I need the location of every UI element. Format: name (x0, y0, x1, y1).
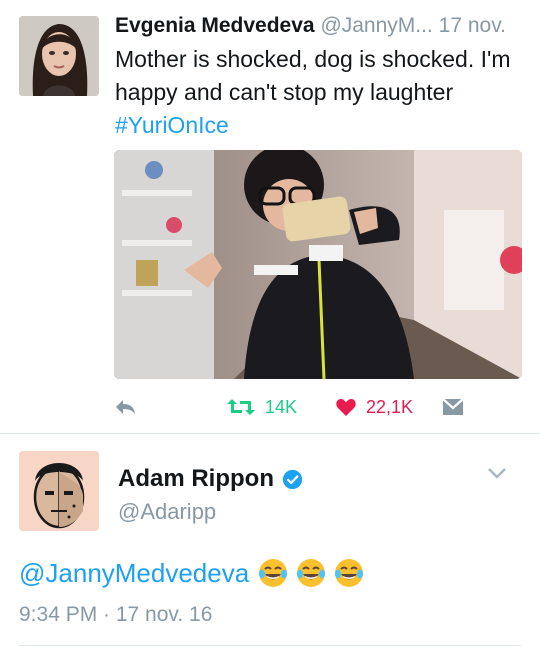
hashtag-link[interactable]: #YuriOnIce (115, 109, 530, 142)
tears-of-joy-emoji (297, 559, 326, 587)
emoji-group (257, 557, 371, 589)
quoted-tweet: Evgenia Medvedeva @JannyM... 17 nov. Mot… (0, 0, 540, 432)
author-name[interactable]: Evgenia Medvedeva (115, 14, 315, 37)
reply-author-name-row: Adam Rippon (118, 464, 303, 494)
avatar-adam-image (19, 451, 99, 531)
chevron-down-icon[interactable] (487, 466, 507, 480)
tweet-header: Evgenia Medvedeva @JannyM... 17 nov. (115, 12, 530, 40)
like-count: 22,1K (366, 396, 414, 417)
tweet-divider (0, 433, 540, 434)
reply-button[interactable] (114, 392, 136, 422)
tweet-text: Mother is shocked, dog is shocked. I'm h… (115, 43, 530, 142)
author-handle[interactable]: @JannyM... (320, 14, 432, 37)
tweet-text-body: Mother is shocked, dog is shocked. I'm h… (115, 46, 511, 105)
direct-message-button[interactable] (442, 392, 464, 422)
avatar-adam[interactable] (19, 451, 99, 531)
like-icon (336, 399, 356, 416)
tweet-time[interactable]: 17 nov. (439, 14, 506, 37)
avatar-evgenia[interactable] (19, 16, 99, 96)
reply-tweet-text: @JannyMedvedeva (19, 556, 371, 590)
tears-of-joy-emoji (335, 559, 364, 587)
like-button[interactable]: 22,1K (336, 392, 413, 422)
reply-author-handle[interactable]: @Adaripp (118, 498, 216, 526)
tears-of-joy-emoji (259, 559, 288, 587)
retweet-icon (227, 399, 255, 415)
tweet-actions: 14K 22,1K (114, 392, 522, 422)
direct-message-icon (442, 398, 464, 415)
selfie-photo-image (114, 150, 522, 379)
mention-link[interactable]: @JannyMedvedeva (19, 556, 249, 590)
reply-icon (116, 400, 135, 414)
reply-author-name[interactable]: Adam Rippon (118, 464, 274, 494)
tweet-photo[interactable] (114, 150, 522, 379)
avatar-evgenia-image (19, 16, 99, 96)
bottom-divider (19, 645, 521, 646)
retweet-count: 14K (265, 396, 298, 417)
tweet-timestamp[interactable]: 9:34 PM · 17 nov. 16 (19, 602, 212, 628)
verified-badge-icon (282, 469, 303, 489)
retweet-button[interactable]: 14K (227, 392, 297, 422)
